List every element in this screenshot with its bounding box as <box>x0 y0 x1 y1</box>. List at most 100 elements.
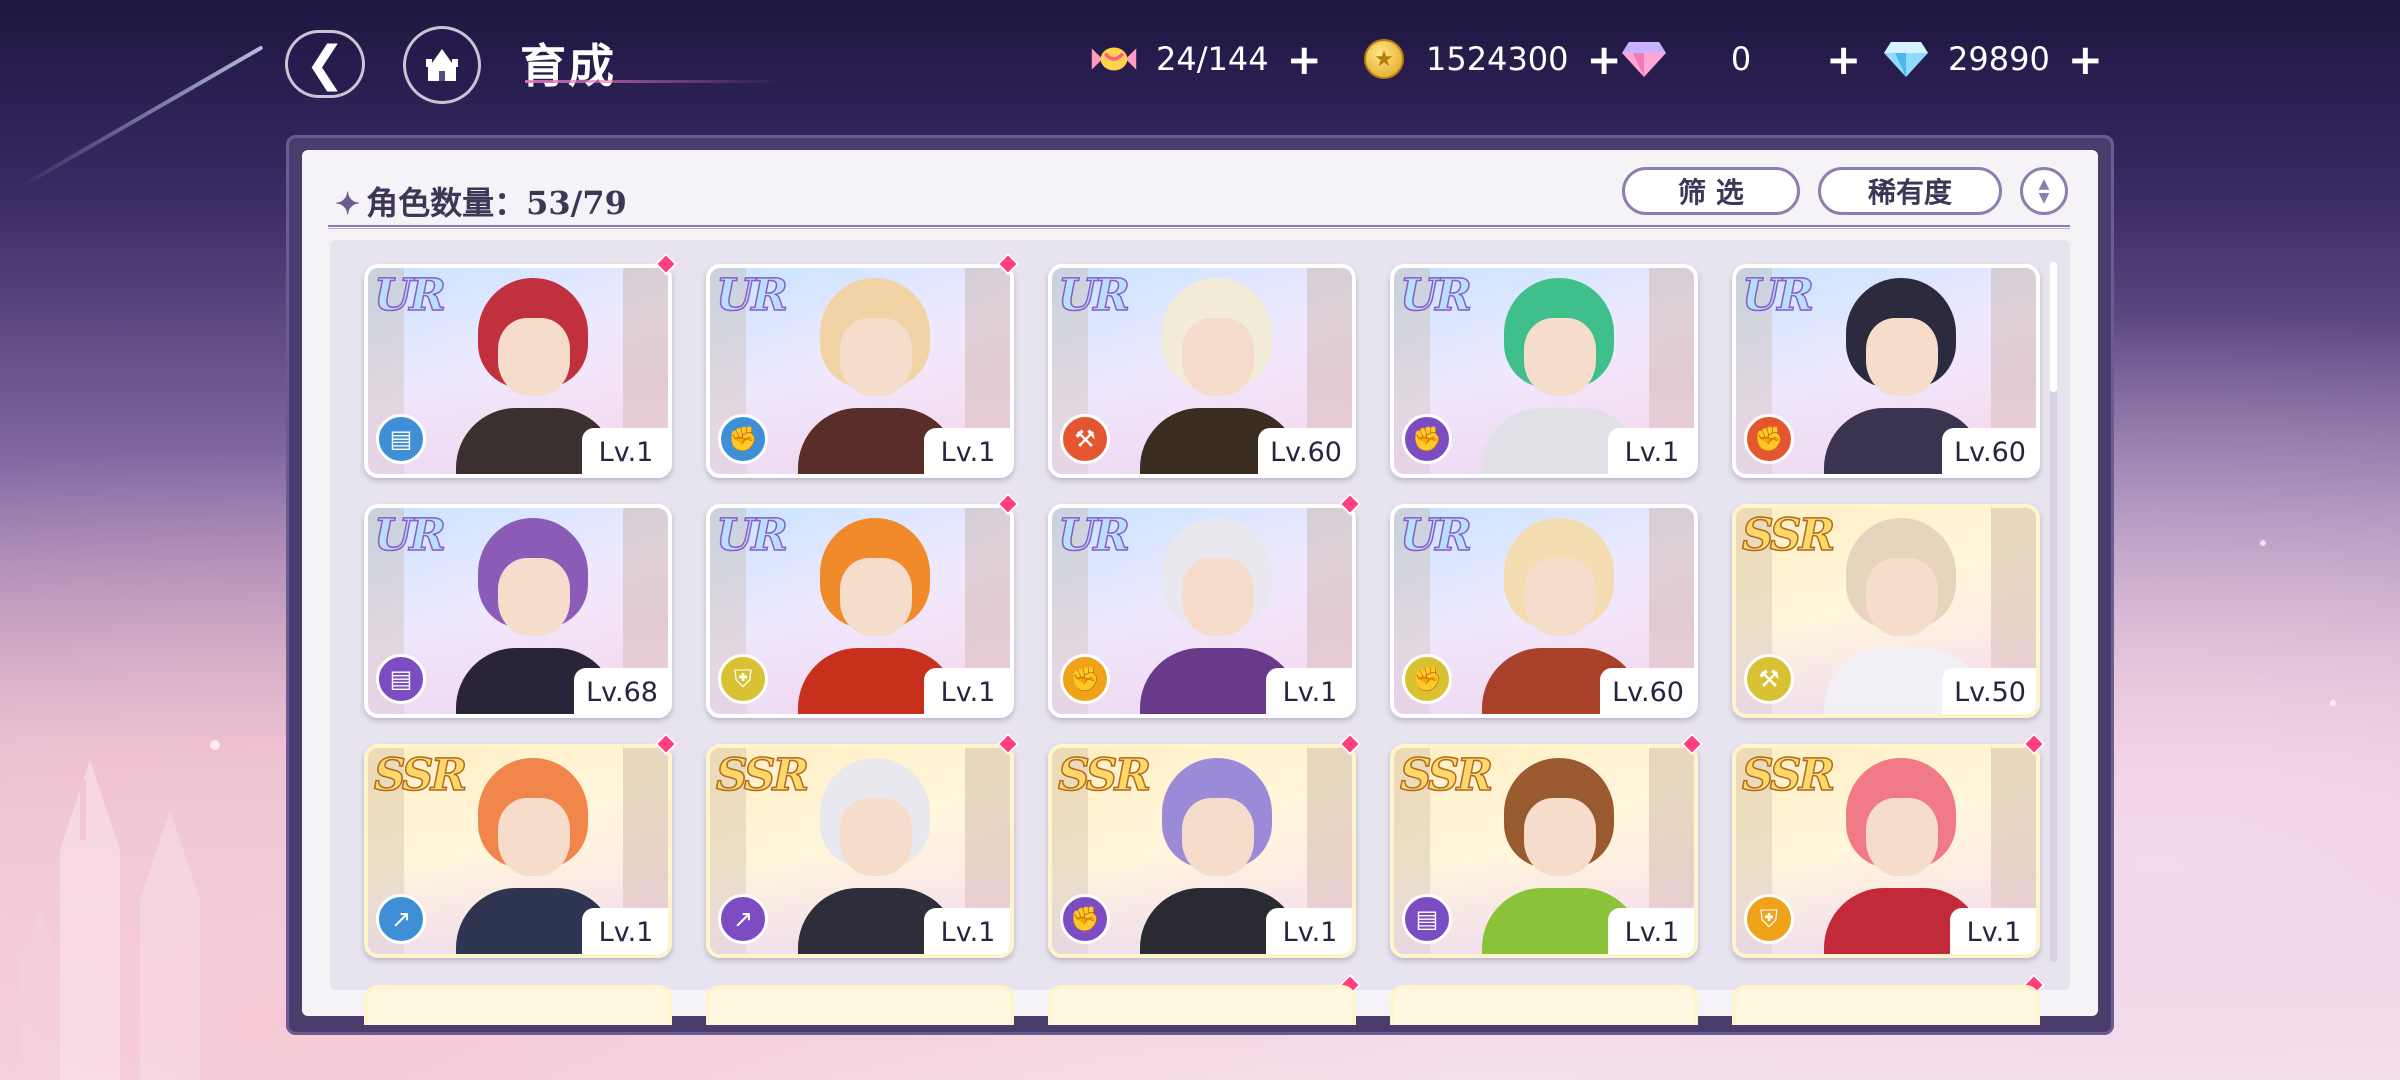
character-card-partial[interactable] <box>1732 985 2040 1025</box>
rarity-label: SSR <box>1399 749 1494 802</box>
character-card-partial[interactable] <box>1048 985 1356 1025</box>
character-card[interactable]: SSR ↗ Lv.1 <box>706 744 1014 958</box>
character-card[interactable]: SSR ⛨ Lv.1 <box>1732 744 2040 958</box>
fist-icon: ✊ <box>718 414 768 464</box>
boot-icon: ↗ <box>718 894 768 944</box>
four-point-star-icon: ✦ <box>335 187 361 222</box>
rarity-sort-button[interactable]: 稀有度 <box>1818 167 2002 215</box>
character-card[interactable]: SSR ✊ Lv.1 <box>1048 744 1356 958</box>
pink-diamond-icon <box>1620 35 1668 83</box>
level-badge: Lv.1 <box>1608 428 1694 474</box>
rarity-label: UR <box>373 509 446 562</box>
grid-scrollbar[interactable] <box>2050 262 2057 962</box>
rarity-label: UR <box>1057 269 1130 322</box>
currency-pink-diamond: 0 + <box>1620 35 1861 84</box>
add-gold-button[interactable]: + <box>1587 35 1622 84</box>
character-card[interactable]: UR ✊ Lv.1 <box>1390 264 1698 478</box>
scrollbar-thumb[interactable] <box>2050 262 2057 392</box>
character-portrait-face <box>1866 798 1938 876</box>
currency-gold: ★ 1524300 + <box>1360 35 1622 84</box>
character-card[interactable]: UR ▤ Lv.1 <box>364 264 672 478</box>
character-card[interactable]: UR ✊ Lv.1 <box>1048 504 1356 718</box>
gold-value: 1524300 <box>1426 40 1569 78</box>
character-portrait-face <box>1524 798 1596 876</box>
level-badge: Lv.1 <box>924 668 1010 714</box>
add-blue-diamond-button[interactable]: + <box>2068 35 2103 84</box>
filter-button[interactable]: 筛 选 <box>1622 167 1800 215</box>
level-badge: Lv.1 <box>582 908 668 954</box>
sort-toggle-icon: ▲ ▼ <box>2038 176 2050 206</box>
fist-icon: ✊ <box>1402 414 1452 464</box>
pink-diamond-value: 0 <box>1730 40 1752 78</box>
rarity-label: UR <box>1399 509 1472 562</box>
character-portrait-face <box>1866 558 1938 636</box>
add-candy-button[interactable]: + <box>1287 35 1322 84</box>
shield-icon: ⛨ <box>1744 894 1794 944</box>
character-card[interactable]: UR ▤ Lv.68 <box>364 504 672 718</box>
currency-blue-diamond: 29890 + <box>1882 35 2103 84</box>
character-card[interactable]: SSR ▤ Lv.1 <box>1390 744 1698 958</box>
rarity-label: SSR <box>1741 749 1836 802</box>
level-badge: Lv.60 <box>1258 428 1352 474</box>
sparkle-decoration <box>2330 700 2336 706</box>
page-title: 育成 <box>520 39 616 93</box>
rarity-label: UR <box>715 509 788 562</box>
character-card-partial[interactable] <box>706 985 1014 1025</box>
character-portrait-face <box>1524 558 1596 636</box>
boot-icon: ↗ <box>376 894 426 944</box>
shield-icon: ⛨ <box>718 654 768 704</box>
level-badge: Lv.68 <box>574 668 668 714</box>
header-divider <box>328 225 2070 229</box>
staff-icon: ⚒ <box>1744 654 1794 704</box>
character-card[interactable]: UR ⛨ Lv.1 <box>706 504 1014 718</box>
level-badge: Lv.1 <box>924 908 1010 954</box>
character-card[interactable]: SSR ↗ Lv.1 <box>364 744 672 958</box>
character-portrait-face <box>498 318 570 396</box>
character-card[interactable]: SSR ⚒ Lv.50 <box>1732 504 2040 718</box>
character-portrait-face <box>1866 318 1938 396</box>
level-badge: Lv.1 <box>1266 908 1352 954</box>
sparkle-decoration <box>2260 540 2266 546</box>
candy-value: 24/144 <box>1156 40 1269 78</box>
rarity-label: UR <box>1057 509 1130 562</box>
character-card-partial[interactable] <box>364 985 672 1025</box>
fist-icon: ✊ <box>1060 894 1110 944</box>
fist-icon: ✊ <box>1402 654 1452 704</box>
book-icon: ▤ <box>376 654 426 704</box>
rarity-label: UR <box>1741 269 1814 322</box>
book-icon: ▤ <box>376 414 426 464</box>
fist-icon: ✊ <box>1060 654 1110 704</box>
rarity-label: UR <box>715 269 788 322</box>
currency-candy: 24/144 + <box>1090 35 1322 84</box>
character-portrait-face <box>1182 318 1254 396</box>
rarity-label: UR <box>1399 269 1472 322</box>
staff-icon: ⚒ <box>1060 414 1110 464</box>
rarity-label: SSR <box>373 749 468 802</box>
level-badge: Lv.1 <box>1266 668 1352 714</box>
blue-diamond-value: 29890 <box>1948 40 2050 78</box>
character-card-partial[interactable] <box>1390 985 1698 1025</box>
character-portrait-face <box>840 318 912 396</box>
character-portrait-face <box>840 798 912 876</box>
rarity-label: SSR <box>1057 749 1152 802</box>
character-card[interactable]: UR ✊ Lv.1 <box>706 264 1014 478</box>
character-portrait-face <box>840 558 912 636</box>
book-icon: ▤ <box>1402 894 1452 944</box>
sort-order-button[interactable]: ▲ ▼ <box>2020 167 2068 215</box>
home-button[interactable] <box>403 26 481 104</box>
character-portrait-face <box>498 798 570 876</box>
character-card[interactable]: UR ✊ Lv.60 <box>1732 264 2040 478</box>
castle-home-icon <box>426 49 458 81</box>
level-badge: Lv.1 <box>1608 908 1694 954</box>
back-button[interactable]: ❮ <box>285 30 365 98</box>
character-card[interactable]: UR ⚒ Lv.60 <box>1048 264 1356 478</box>
rarity-label: SSR <box>715 749 810 802</box>
level-badge: Lv.1 <box>582 428 668 474</box>
top-bar: ❮ 育成 24/144 + ★ 1524300 + 0 + 29890 + <box>0 0 2400 120</box>
candy-icon <box>1090 35 1138 83</box>
character-portrait-face <box>1182 798 1254 876</box>
add-pink-diamond-button[interactable]: + <box>1826 35 1861 84</box>
character-portrait-face <box>498 558 570 636</box>
character-card[interactable]: UR ✊ Lv.60 <box>1390 504 1698 718</box>
character-count-text: 角色数量：53/79 <box>366 184 627 222</box>
